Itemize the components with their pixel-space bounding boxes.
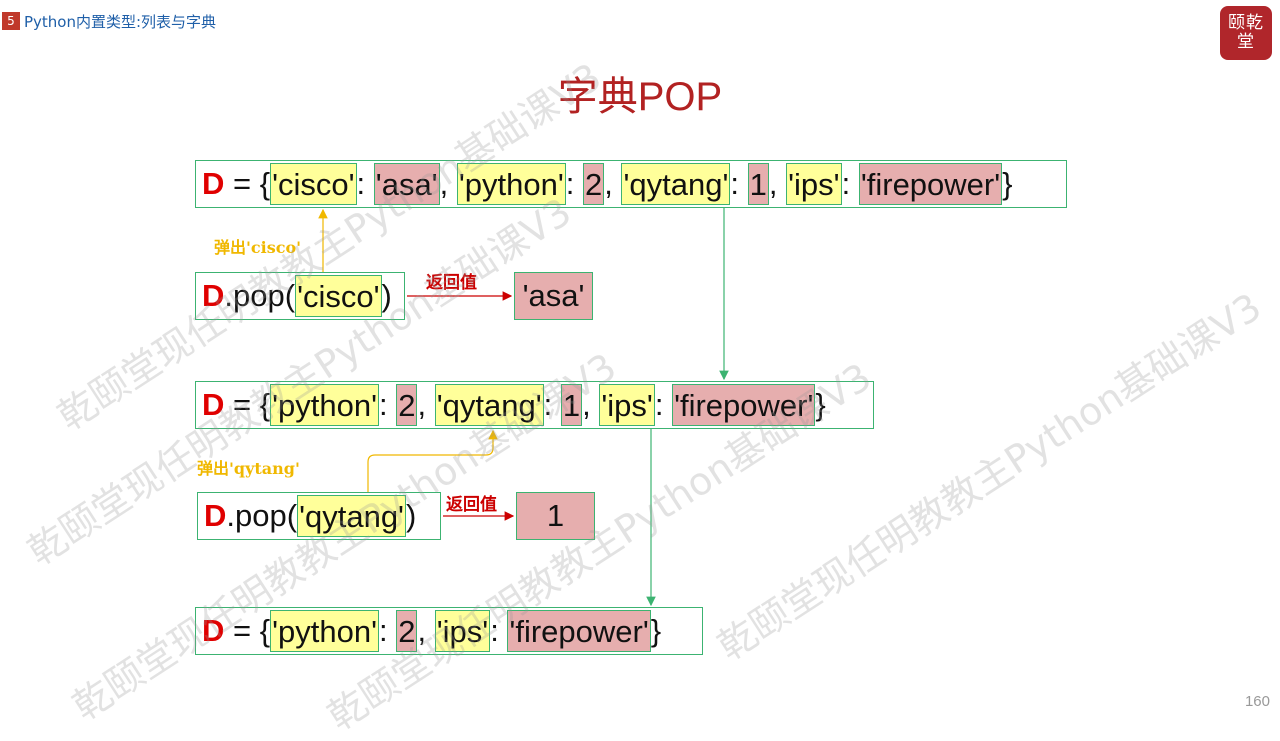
arrow-layer — [318, 208, 729, 607]
pop-arrow-2 — [367, 429, 498, 492]
page-number: 160 — [1244, 693, 1270, 710]
